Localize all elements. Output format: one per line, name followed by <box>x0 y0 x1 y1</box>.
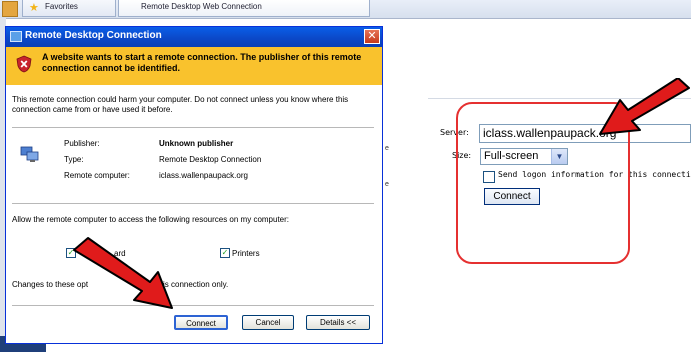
red-arrow-icon <box>73 237 173 309</box>
publisher-label: Publisher: <box>64 139 100 148</box>
remote-desktop-dialog: Remote Desktop Connection ✕ A website wa… <box>5 26 383 344</box>
tab-label: Remote Desktop Web Connection <box>141 2 262 11</box>
clipped-page-text: e <box>385 145 389 152</box>
computer-icon <box>20 146 39 162</box>
dialog-titlebar[interactable]: Remote Desktop Connection ✕ <box>6 27 382 47</box>
tab-remote-desktop-web-connection[interactable]: Remote Desktop Web Connection <box>118 0 370 17</box>
browser-tab-strip: ★ Favorites Remote Desktop Web Connectio… <box>0 0 691 19</box>
connect-button[interactable]: Connect <box>174 315 228 330</box>
close-icon: ✕ <box>367 30 377 42</box>
cancel-button[interactable]: Cancel <box>242 315 294 330</box>
red-arrow-icon <box>599 78 690 135</box>
printers-label: Printers <box>232 249 260 258</box>
publisher-value: Unknown publisher <box>159 139 234 148</box>
details-button[interactable]: Details << <box>306 315 370 330</box>
type-value: Remote Desktop Connection <box>159 155 262 164</box>
printers-checkbox[interactable]: ✓ <box>220 248 230 258</box>
close-button[interactable]: ✕ <box>364 29 380 44</box>
divider <box>12 203 374 204</box>
dialog-body: This remote connection could harm your c… <box>6 85 382 343</box>
star-icon: ★ <box>29 2 39 14</box>
shield-warning-icon <box>16 55 32 73</box>
divider <box>12 127 374 128</box>
favorites-center-icon[interactable] <box>2 1 18 17</box>
clipped-page-text: e <box>385 181 389 188</box>
type-label: Type: <box>64 155 84 164</box>
tab-favorites[interactable]: ★ Favorites <box>22 0 116 17</box>
remote-computer-value: iclass.wallenpaupack.org <box>159 171 248 180</box>
remote-desktop-icon <box>10 31 22 42</box>
tab-label: Favorites <box>45 2 78 11</box>
warning-banner: A website wants to start a remote connec… <box>6 47 382 86</box>
warning-message: A website wants to start a remote connec… <box>42 52 362 73</box>
dialog-title: Remote Desktop Connection <box>25 30 162 41</box>
intro-text: This remote connection could harm your c… <box>12 95 349 114</box>
resources-prompt: Allow the remote computer to access the … <box>12 215 290 224</box>
remote-computer-label: Remote computer: <box>64 171 130 180</box>
divider <box>12 305 374 306</box>
